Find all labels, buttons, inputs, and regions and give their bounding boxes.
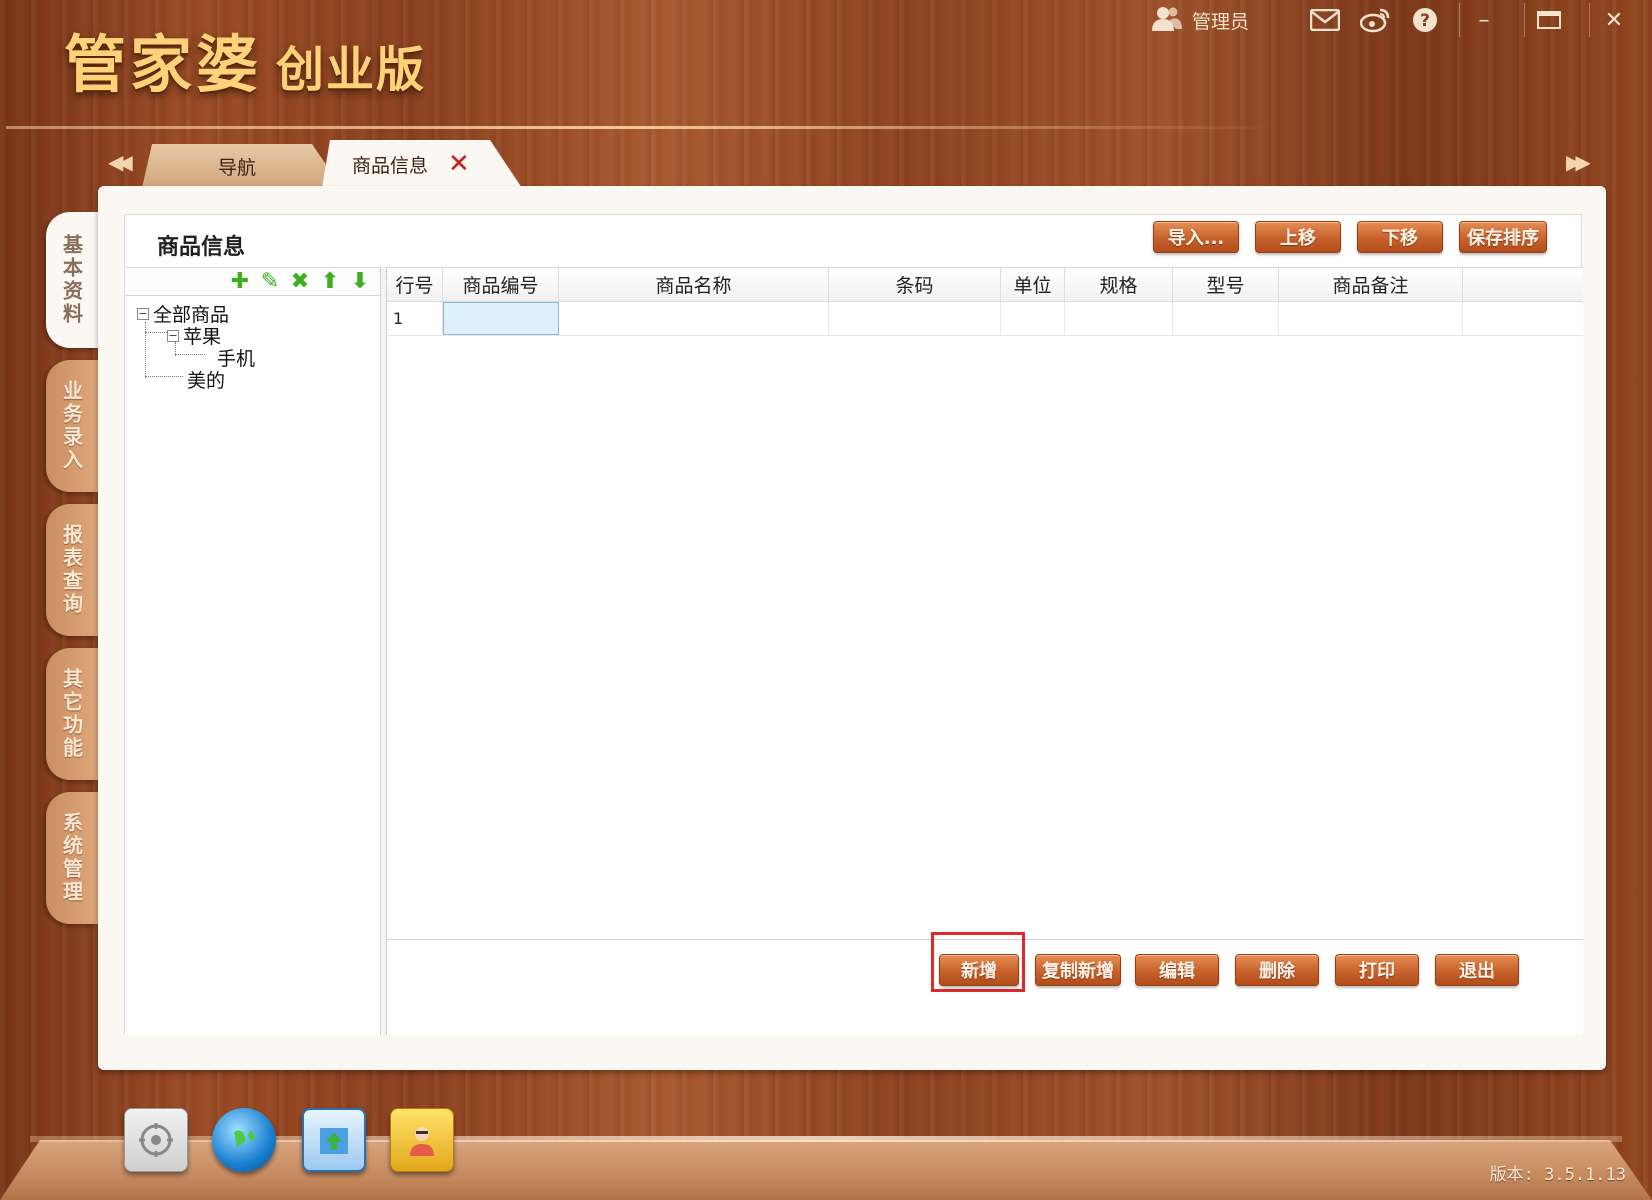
copy-add-button[interactable]: 复制新增 bbox=[1035, 954, 1121, 986]
tab-label: 商品信息 bbox=[352, 154, 429, 177]
delete-button[interactable]: 删除 bbox=[1235, 954, 1319, 986]
tab-scroll-left-icon[interactable]: ◀◀ bbox=[108, 150, 133, 174]
tree-node-apple[interactable]: − 苹果 bbox=[167, 322, 221, 349]
tree-node-label: 美的 bbox=[187, 370, 226, 392]
page-title: 商品信息 bbox=[157, 235, 246, 260]
move-down-button[interactable]: 下移 bbox=[1357, 221, 1443, 253]
column-header-barcode[interactable]: 条码 bbox=[829, 268, 1001, 301]
save-order-button[interactable]: 保存排序 bbox=[1459, 221, 1547, 253]
edit-button[interactable]: 编辑 bbox=[1135, 954, 1219, 986]
import-button[interactable]: 导入... bbox=[1153, 221, 1239, 253]
collapse-icon[interactable]: − bbox=[137, 307, 149, 320]
side-tab-label: 系统管理 bbox=[59, 812, 84, 904]
app-logo: 管家婆 创业版 bbox=[64, 14, 426, 104]
mail-icon[interactable] bbox=[1307, 2, 1343, 38]
cell-unit[interactable] bbox=[1001, 302, 1065, 335]
side-tab-label: 基本资料 bbox=[59, 234, 84, 326]
move-up-button[interactable]: 上移 bbox=[1255, 221, 1341, 253]
close-window-button[interactable]: ✕ bbox=[1590, 2, 1638, 38]
minimize-icon: – bbox=[1478, 7, 1490, 33]
delete-icon[interactable]: ✖ bbox=[288, 270, 312, 293]
tab-label: 导航 bbox=[217, 156, 256, 179]
exit-button[interactable]: 退出 bbox=[1435, 954, 1519, 986]
tree-node-label: 苹果 bbox=[183, 326, 222, 348]
column-header-code[interactable]: 商品编号 bbox=[443, 268, 559, 301]
move-up-icon[interactable]: ⬆ bbox=[318, 270, 342, 293]
tab-navigation[interactable]: 导航 bbox=[142, 144, 332, 188]
side-tab-business-entry[interactable]: 业务录入 bbox=[46, 360, 98, 492]
cell-row-no: 1 bbox=[387, 302, 443, 335]
maximize-button[interactable] bbox=[1525, 2, 1573, 38]
column-header-name[interactable]: 商品名称 bbox=[559, 268, 829, 301]
grid-header: 行号 商品编号 商品名称 条码 单位 规格 型号 商品备注 bbox=[387, 268, 1583, 302]
move-down-icon[interactable]: ⬇ bbox=[348, 270, 372, 293]
add-button[interactable]: 新增 bbox=[939, 954, 1019, 986]
tab-scroll-right-icon[interactable]: ▶▶ bbox=[1566, 150, 1591, 174]
weibo-icon[interactable] bbox=[1357, 2, 1393, 38]
category-tree: − 全部商品 − 苹果 手机 美的 bbox=[125, 296, 380, 996]
cell-model[interactable] bbox=[1173, 302, 1279, 335]
tree-connector bbox=[145, 376, 183, 377]
side-tab-other-functions[interactable]: 其它功能 bbox=[46, 648, 98, 780]
table-row[interactable]: 1 bbox=[387, 302, 1583, 336]
action-bar: 新增 复制新增 编辑 删除 打印 退出 bbox=[387, 932, 1583, 1035]
side-tab-basic-data[interactable]: 基本资料 bbox=[46, 212, 98, 348]
top-bar: 管理员 ? – ✕ bbox=[1151, 0, 1638, 40]
user-label: 管理员 bbox=[1191, 10, 1249, 33]
tree-toolbar: ✚ ✎ ✖ ⬆ ⬇ bbox=[125, 268, 380, 296]
side-tab-label: 报表查询 bbox=[59, 524, 84, 616]
web-globe-dock-icon[interactable] bbox=[212, 1108, 276, 1172]
column-header-spec[interactable]: 规格 bbox=[1065, 268, 1173, 301]
edit-icon[interactable]: ✎ bbox=[258, 270, 282, 293]
logo-main-text: 管家婆 bbox=[64, 28, 263, 101]
maximize-icon bbox=[1537, 11, 1561, 29]
minimize-button[interactable]: – bbox=[1460, 2, 1508, 38]
help-icon[interactable]: ? bbox=[1407, 2, 1443, 38]
tree-connector bbox=[145, 322, 146, 378]
tab-close-icon[interactable]: ✕ bbox=[448, 151, 470, 177]
column-header-unit[interactable]: 单位 bbox=[1001, 268, 1065, 301]
category-tree-pane: ✚ ✎ ✖ ⬆ ⬇ − 全部商品 − 苹果 手机 美的 bbox=[125, 267, 381, 1035]
column-header-model[interactable]: 型号 bbox=[1173, 268, 1279, 301]
cell-code[interactable] bbox=[443, 302, 559, 335]
cell-name[interactable] bbox=[559, 302, 829, 335]
version-label: 版本: 3.5.1.13 bbox=[1489, 1165, 1626, 1185]
side-tab-label: 其它功能 bbox=[59, 668, 84, 760]
tree-connector bbox=[175, 354, 205, 355]
tree-node-midea[interactable]: 美的 bbox=[187, 366, 225, 393]
side-tab-system-management[interactable]: 系统管理 bbox=[46, 792, 98, 924]
column-header-row-no[interactable]: 行号 bbox=[387, 268, 443, 301]
upload-dock-icon[interactable] bbox=[302, 1108, 366, 1172]
logo-sub-text: 创业版 bbox=[276, 42, 427, 98]
tree-connector bbox=[145, 332, 167, 333]
side-tab-label: 业务录入 bbox=[59, 380, 84, 472]
tab-strip: ◀◀ 导航 商品信息 ✕ ▶▶ bbox=[100, 140, 1600, 188]
svg-text:?: ? bbox=[1420, 11, 1430, 31]
settings-dock-icon[interactable] bbox=[124, 1108, 188, 1172]
main-panel: 商品信息 导入... 上移 下移 保存排序 ✚ ✎ ✖ ⬆ ⬇ − 全部商品 −… bbox=[98, 186, 1606, 1070]
add-icon[interactable]: ✚ bbox=[228, 270, 252, 293]
cell-remark[interactable] bbox=[1279, 302, 1463, 335]
user-icon bbox=[1151, 5, 1182, 36]
column-header-remark[interactable]: 商品备注 bbox=[1279, 268, 1463, 301]
close-icon: ✕ bbox=[1604, 7, 1624, 33]
print-button[interactable]: 打印 bbox=[1335, 954, 1419, 986]
goods-grid: 行号 商品编号 商品名称 条码 单位 规格 型号 商品备注 1 bbox=[387, 267, 1583, 939]
service-dock-icon[interactable] bbox=[390, 1108, 454, 1172]
user-menu[interactable]: 管理员 bbox=[1151, 5, 1249, 36]
collapse-icon[interactable]: − bbox=[167, 329, 179, 342]
cell-spec[interactable] bbox=[1065, 302, 1173, 335]
tab-goods-info[interactable]: 商品信息 ✕ bbox=[322, 140, 522, 188]
side-tab-report-query[interactable]: 报表查询 bbox=[46, 504, 98, 636]
cell-barcode[interactable] bbox=[829, 302, 1001, 335]
goods-info-form: 商品信息 导入... 上移 下移 保存排序 ✚ ✎ ✖ ⬆ ⬇ − 全部商品 −… bbox=[124, 214, 1583, 1035]
header-divider bbox=[6, 126, 1276, 129]
